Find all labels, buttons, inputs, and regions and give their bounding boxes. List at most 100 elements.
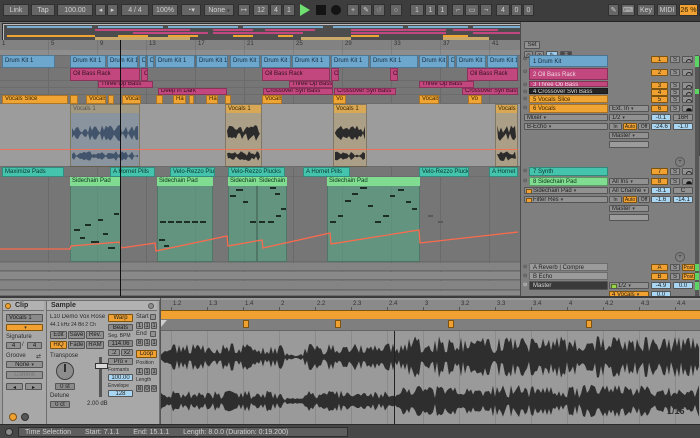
track-unfold-icon[interactable]: ⊙ bbox=[523, 105, 527, 111]
clip[interactable]: Oil Bass Rack bbox=[70, 68, 140, 81]
detune-value[interactable]: 0 ct bbox=[50, 401, 70, 408]
arm-button[interactable] bbox=[682, 168, 693, 175]
clip[interactable]: Dr bbox=[448, 55, 455, 68]
reverse-button[interactable]: Rev. bbox=[86, 331, 104, 339]
clip[interactable]: Oil Bass Rack bbox=[262, 68, 330, 81]
signature-denominator[interactable]: 4 bbox=[27, 342, 42, 349]
midi-map-button[interactable]: MIDI bbox=[657, 4, 677, 16]
clip[interactable]: A Hornet Pills bbox=[110, 167, 155, 177]
track-unfold-icon[interactable]: ⊙ bbox=[523, 89, 527, 95]
key-map-button[interactable]: Key bbox=[637, 4, 655, 16]
clip[interactable]: Vo bbox=[468, 95, 482, 104]
add-automation-lane-button[interactable]: + bbox=[675, 252, 685, 262]
track-unfold-icon[interactable]: ⊙ bbox=[523, 82, 527, 88]
automation-param-chooser[interactable]: B-Echo bbox=[524, 123, 608, 130]
master-out-chooser[interactable]: 1/2 bbox=[609, 282, 649, 289]
seg-bpm-value[interactable]: 114.06 bbox=[108, 340, 133, 347]
clip[interactable]: Three Op Bass bbox=[289, 81, 333, 88]
clip[interactable] bbox=[189, 95, 194, 104]
loop-length-beats[interactable]: 0 bbox=[511, 4, 522, 16]
track-name-5[interactable]: 5 Vocals Slice bbox=[529, 95, 608, 103]
vocals-automation-line[interactable] bbox=[0, 149, 518, 150]
audio-clip[interactable]: Vocals 1 bbox=[70, 104, 140, 167]
grid-size-label[interactable]: 1/16 bbox=[667, 406, 685, 416]
commit-button[interactable]: Commit bbox=[6, 371, 43, 379]
position-beats[interactable]: 1 bbox=[144, 368, 150, 375]
post-button[interactable]: Post bbox=[682, 273, 695, 280]
start-set-button[interactable] bbox=[150, 314, 156, 320]
clip[interactable]: Oil Bass Rack bbox=[467, 68, 518, 81]
clip[interactable]: Drum Kit 1 bbox=[230, 55, 260, 68]
end-units[interactable]: 1 bbox=[151, 339, 157, 346]
solo-button[interactable]: S bbox=[670, 168, 680, 175]
automation-param-chooser[interactable]: Filter Res bbox=[524, 196, 608, 203]
quantize-amount-field[interactable]: 100% bbox=[152, 4, 178, 16]
return-unfold-icon[interactable]: ⊙ bbox=[523, 264, 527, 270]
waveform-display[interactable] bbox=[161, 331, 700, 424]
warp-marker[interactable] bbox=[448, 320, 454, 328]
return-activator[interactable]: A bbox=[651, 264, 668, 271]
track-unfold-icon[interactable]: ⊙ bbox=[523, 56, 527, 62]
punch-out-button[interactable]: ¬ bbox=[480, 4, 492, 16]
send-b-field[interactable]: -1.0 bbox=[673, 123, 693, 130]
clip[interactable]: Crossover Syn Bass bbox=[334, 88, 396, 95]
nudge-down-icon[interactable]: ◂ bbox=[95, 4, 106, 16]
loop-length-bars[interactable]: 4 bbox=[496, 4, 510, 16]
clip-name-field[interactable]: Vocals 1 bbox=[6, 314, 43, 322]
clip[interactable]: Drum Kit 1 bbox=[261, 55, 291, 68]
groove-chooser[interactable]: None bbox=[6, 361, 43, 368]
hiq-button[interactable]: HiQ bbox=[50, 341, 67, 349]
double-tempo-button[interactable]: x2 bbox=[121, 349, 133, 356]
master-cue-field[interactable]: 0.0 bbox=[673, 282, 693, 289]
return-solo-button[interactable]: S bbox=[670, 273, 680, 280]
audio-clip[interactable]: Vocals 1 bbox=[495, 104, 518, 167]
audio-clip[interactable]: Vocals 1 bbox=[225, 104, 262, 167]
clip[interactable] bbox=[225, 95, 231, 104]
end-beats[interactable]: 1 bbox=[144, 339, 150, 346]
length-units[interactable]: 0 bbox=[151, 385, 157, 392]
reenable-automation-button[interactable]: ↺ bbox=[373, 4, 385, 16]
clip[interactable]: Drum Kit 1 bbox=[196, 55, 228, 68]
clip[interactable]: Crossover Syn Bass bbox=[263, 88, 333, 95]
warp-marker[interactable] bbox=[243, 320, 249, 328]
record-button[interactable] bbox=[331, 5, 341, 15]
sample-start-marker[interactable] bbox=[161, 320, 167, 327]
pan-field[interactable]: 16R bbox=[673, 114, 693, 121]
link-button[interactable]: Link bbox=[3, 4, 29, 16]
tempo-field[interactable]: 100.00 bbox=[57, 4, 93, 16]
master-unfold-icon[interactable]: ⊙ bbox=[523, 282, 527, 288]
clip[interactable]: Drum Kit 1 bbox=[370, 55, 418, 68]
return-activator[interactable]: B bbox=[651, 273, 668, 280]
clip[interactable]: Drum Kit 1 bbox=[70, 55, 106, 68]
monitor-off-button[interactable]: Off bbox=[638, 123, 650, 130]
solo-button[interactable]: S bbox=[670, 178, 680, 185]
clip[interactable]: Deep in Dark bbox=[158, 88, 227, 95]
position-units[interactable]: 1 bbox=[151, 368, 157, 375]
send-b-field[interactable]: -14.1 bbox=[673, 196, 693, 203]
groove-hotswap-icon[interactable]: ⇄ bbox=[36, 353, 41, 360]
track-activator[interactable]: 4 bbox=[651, 89, 668, 96]
track-name-8[interactable]: 8 Sidechain Pad bbox=[529, 177, 608, 186]
track-name-3[interactable]: 3 Three Op Bass bbox=[529, 81, 608, 87]
midi-overdub-button[interactable]: + bbox=[347, 4, 359, 16]
clip[interactable]: Ha bbox=[173, 95, 186, 104]
clip[interactable]: O bbox=[331, 68, 339, 81]
warp-button[interactable]: Warp bbox=[108, 314, 133, 322]
clip[interactable]: O bbox=[390, 68, 398, 81]
computer-midi-keyboard-icon[interactable]: ⌨ bbox=[621, 4, 635, 16]
clip[interactable]: Drum Kit 1 bbox=[155, 55, 195, 68]
track-activator[interactable]: 1 bbox=[651, 56, 668, 63]
audio-from-chooser[interactable]: Ext. In bbox=[609, 105, 649, 112]
return-track-name[interactable]: A Reverb | Compre bbox=[529, 263, 608, 271]
device-chooser[interactable]: Mixer bbox=[524, 114, 608, 121]
post-button[interactable]: Post bbox=[682, 264, 695, 271]
clip[interactable]: Vocals bbox=[419, 95, 439, 104]
track-unfold-icon[interactable]: ⊙ bbox=[523, 168, 527, 174]
track-activator[interactable]: 6 bbox=[651, 105, 668, 112]
nudge-forward-button[interactable]: ▸ bbox=[25, 383, 42, 390]
time-signature-field[interactable]: 4 / 4 bbox=[121, 4, 149, 16]
fade-button[interactable]: Fade bbox=[68, 341, 85, 349]
clip[interactable]: A Hornet bbox=[489, 167, 518, 177]
track-activator[interactable]: 8 bbox=[651, 178, 668, 185]
monitor-off-button[interactable]: Off bbox=[638, 196, 650, 203]
